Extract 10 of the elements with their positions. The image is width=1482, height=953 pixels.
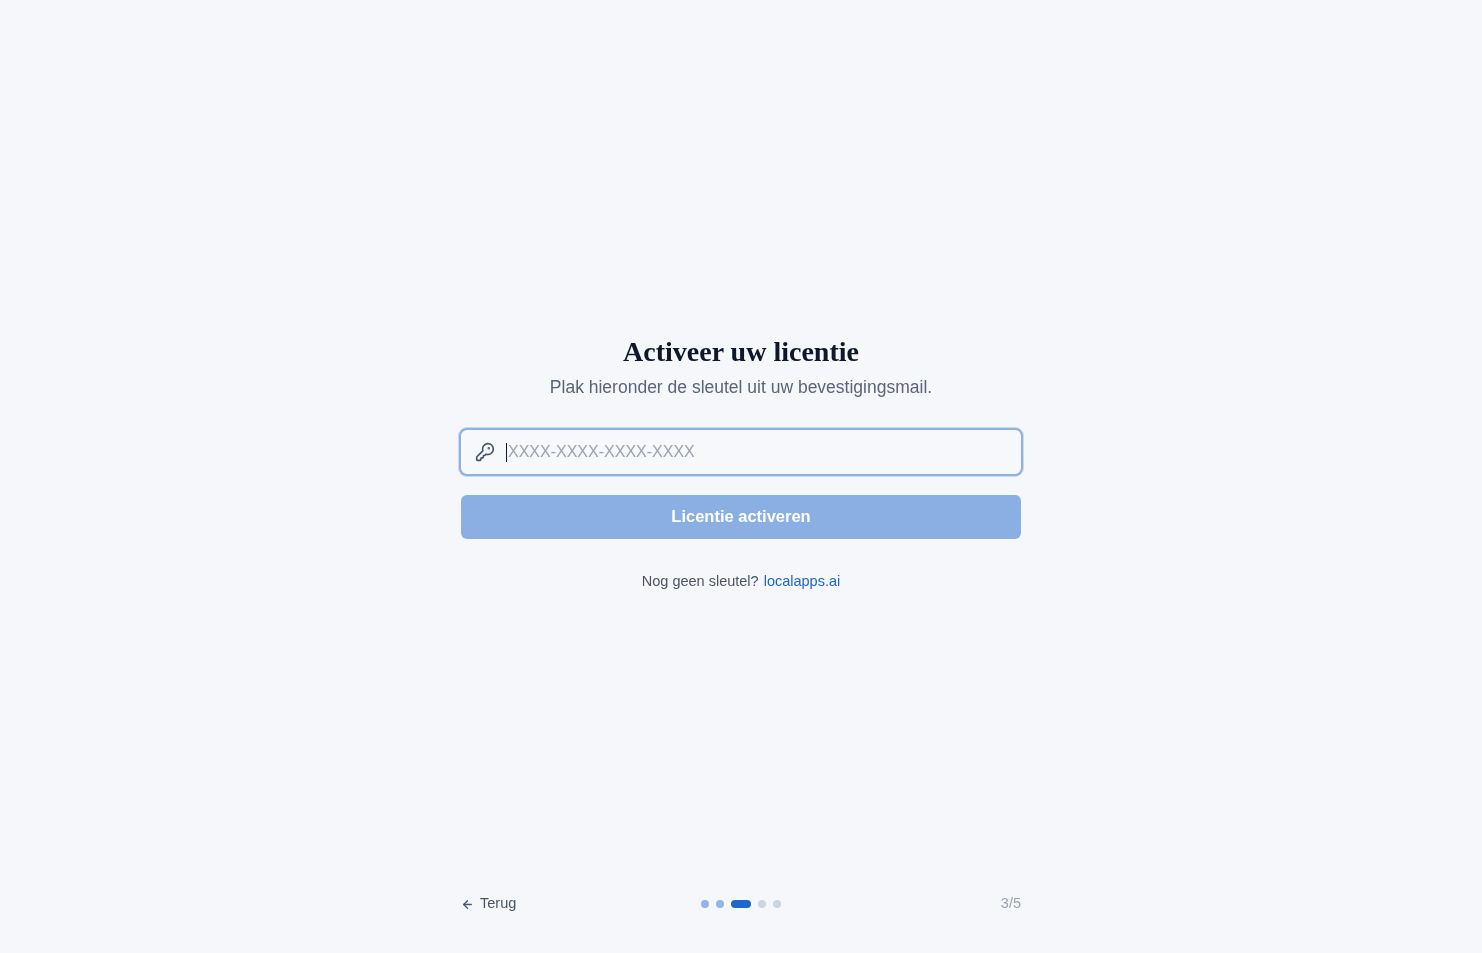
arrow-left-icon xyxy=(461,897,474,911)
page-title: Activeer uw licentie xyxy=(623,335,859,368)
key-icon xyxy=(475,441,495,462)
license-key-field[interactable]: XXXX-XXXX-XXXX-XXXX xyxy=(459,427,1023,476)
back-button[interactable]: Terug xyxy=(461,893,517,915)
subtitle-text: Plak hieronder de sleutel uit uw bevestigingsmail. xyxy=(549,375,933,399)
website-link[interactable]: localapps.ai xyxy=(763,570,841,591)
help-text: Nog geen sleutel? xyxy=(641,571,759,591)
text-caret-icon xyxy=(506,442,507,462)
step-counter: 3/5 xyxy=(1000,894,1021,914)
